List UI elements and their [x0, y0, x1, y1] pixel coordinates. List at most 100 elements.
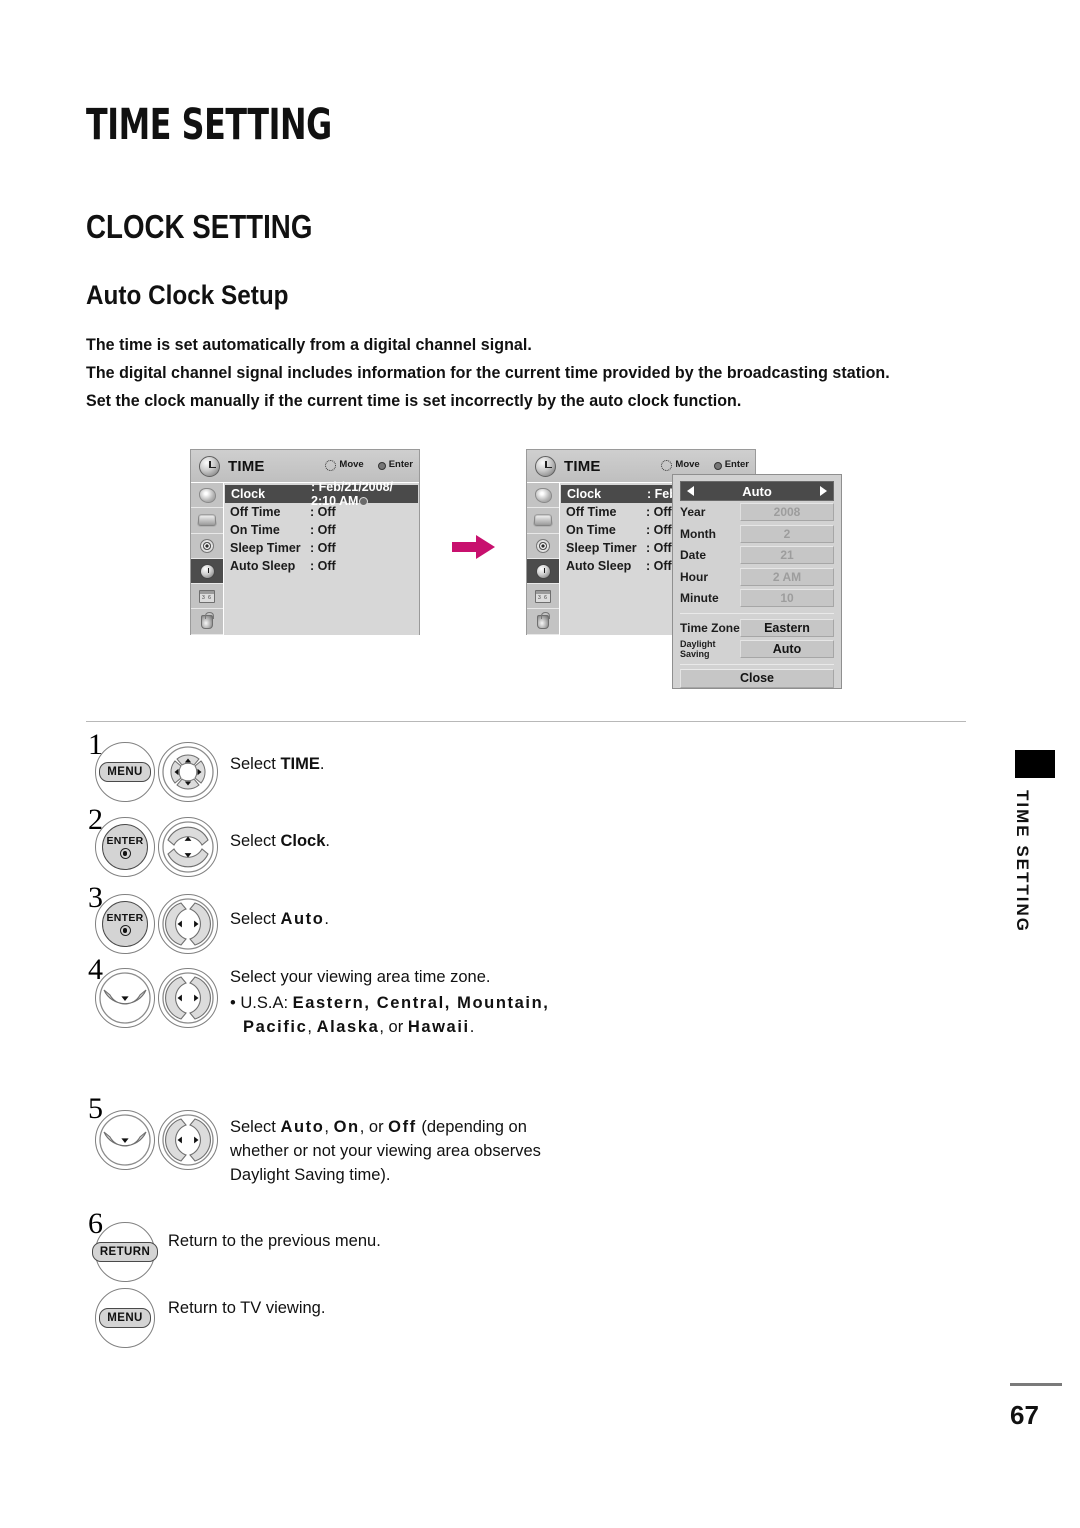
- chevron-left-icon[interactable]: [687, 486, 694, 496]
- hint-enter-label: Enter: [724, 459, 749, 470]
- divider: [680, 663, 834, 665]
- down-pad[interactable]: [95, 1110, 155, 1170]
- enter-button[interactable]: ENTER: [95, 894, 155, 954]
- step-6-text: Return to the previous menu.: [168, 1232, 381, 1250]
- clock-icon: [535, 455, 556, 477]
- subsection-title: Auto Clock Setup: [86, 280, 289, 310]
- osd-sidebar-rail: [191, 483, 224, 635]
- field-hour: Hour 2 AM: [680, 567, 834, 588]
- rail-item-time[interactable]: [527, 558, 559, 585]
- enter-dot-icon: [713, 461, 722, 470]
- rail-item-lock[interactable]: [527, 609, 559, 635]
- audio-icon: [200, 538, 214, 553]
- field-value[interactable]: 2: [740, 524, 834, 543]
- menu-row-value: : Feb/21/2008/ 2:10 AM: [311, 480, 393, 508]
- hint-move-label: Move: [675, 459, 700, 470]
- clock-auto-popup: Auto Year 2008 Month 2 Date 21 Hour 2 AM…: [672, 474, 842, 689]
- intro-line-1: The time is set automatically from a dig…: [86, 336, 532, 354]
- enter-button-inner: ENTER: [102, 824, 148, 870]
- field-value[interactable]: 21: [740, 546, 834, 565]
- field-value[interactable]: 2 AM: [740, 567, 834, 586]
- time-icon: [199, 563, 215, 579]
- rail-item-audio[interactable]: [527, 533, 559, 559]
- leftright-pad-icon: [162, 1114, 214, 1166]
- return-button[interactable]: RETURN: [91, 1222, 159, 1282]
- rail-item-lock[interactable]: [191, 609, 223, 635]
- close-button[interactable]: Close: [680, 668, 834, 688]
- leftright-pad[interactable]: [158, 894, 218, 954]
- radio-dot-icon: [359, 497, 369, 506]
- rail-item-setup[interactable]: [191, 584, 223, 610]
- osd-body: Clock : Feb/21/2008/ 2:10 AM Off Time : …: [191, 480, 419, 635]
- field-value[interactable]: 10: [740, 589, 834, 608]
- page-number: 67: [1010, 1400, 1039, 1430]
- menu-row-auto-sleep[interactable]: Auto Sleep : Off: [224, 557, 419, 575]
- lock-icon: [201, 611, 214, 629]
- step-5-text-line-3: Daylight Saving time).: [230, 1166, 391, 1184]
- final-row-text: Return to TV viewing.: [168, 1299, 326, 1317]
- rail-item-picture[interactable]: [527, 483, 559, 509]
- section-title: CLOCK SETTING: [86, 208, 313, 245]
- hint-enter-label: Enter: [388, 459, 413, 470]
- down-pad[interactable]: [95, 968, 155, 1028]
- osd-hints: Move Enter: [325, 459, 413, 471]
- enter-dot-icon: [377, 461, 386, 470]
- enter-button[interactable]: ENTER: [95, 817, 155, 877]
- menu-button-label: MENU: [99, 762, 151, 782]
- menu-row-on-time[interactable]: On Time : Off: [224, 521, 419, 539]
- field-minute: Minute 10: [680, 588, 834, 609]
- field-label: Date: [680, 548, 707, 563]
- menu-row-value: : Off: [310, 559, 336, 573]
- step-5-text-line-1: Select Auto, On, or Off (depending on: [230, 1118, 527, 1136]
- osd-header: TIME Move Enter: [191, 450, 419, 483]
- menu-row-value: : Off: [310, 541, 336, 555]
- field-month: Month 2: [680, 524, 834, 545]
- dpad-icon: [325, 460, 337, 471]
- dpad-icon: [661, 460, 673, 471]
- enter-button-label: ENTER: [106, 835, 144, 847]
- enter-dot-icon: [119, 848, 131, 859]
- menu-button-label: MENU: [99, 1308, 151, 1328]
- menu-row-label: Clock: [567, 487, 602, 501]
- menu-button[interactable]: MENU: [95, 742, 155, 802]
- chevron-right-icon[interactable]: [820, 486, 827, 496]
- time-zone-value[interactable]: Eastern: [740, 618, 834, 637]
- leftright-pad[interactable]: [158, 968, 218, 1028]
- rail-item-picture[interactable]: [191, 483, 223, 509]
- daylight-saving-value[interactable]: Auto: [740, 640, 834, 659]
- screen-icon: [533, 514, 553, 527]
- rail-item-setup[interactable]: [527, 584, 559, 610]
- menu-row-label: Off Time: [566, 505, 617, 519]
- rail-item-screen[interactable]: [527, 508, 559, 534]
- nav-wheel[interactable]: [158, 742, 218, 802]
- menu-row-label: On Time: [230, 523, 280, 537]
- mode-selector[interactable]: Auto: [680, 481, 834, 501]
- intro-line-3: Set the clock manually if the current ti…: [86, 392, 742, 410]
- rail-item-audio[interactable]: [191, 533, 223, 559]
- updown-pad[interactable]: [158, 817, 218, 877]
- picture-icon: [198, 487, 216, 503]
- field-label: Year: [680, 505, 706, 520]
- menu-row-value: : Off: [646, 541, 672, 555]
- rail-item-time[interactable]: [191, 558, 223, 585]
- field-year: Year 2008: [680, 502, 834, 523]
- menu-button[interactable]: MENU: [95, 1288, 155, 1348]
- leftright-pad[interactable]: [158, 1110, 218, 1170]
- field-value[interactable]: 2008: [740, 503, 834, 522]
- step-1-text: Select TIME.: [230, 755, 325, 773]
- picture-icon: [534, 487, 552, 503]
- down-pad-icon: [99, 972, 151, 1024]
- menu-row-value: : Off: [310, 523, 336, 537]
- osd-screen-time-menu: TIME Move Enter Clock : Feb/21/2008/ 2:1…: [190, 449, 420, 635]
- rail-item-screen[interactable]: [191, 508, 223, 534]
- setup-icon: [199, 589, 215, 603]
- menu-row-clock[interactable]: Clock : Feb/21/2008/ 2:10 AM: [225, 480, 418, 508]
- osd-menu-list: Clock : Feb/21/2008/ 2:10 AM Off Time : …: [224, 480, 419, 635]
- field-label: Minute: [680, 591, 719, 606]
- menu-row-value: : Off: [646, 559, 672, 573]
- step-3-text: Select Auto.: [230, 910, 330, 928]
- osd-title: TIME: [228, 457, 265, 475]
- menu-row-sleep-timer[interactable]: Sleep Timer : Off: [224, 539, 419, 557]
- time-icon: [535, 563, 551, 579]
- side-tab-marker: [1015, 750, 1055, 778]
